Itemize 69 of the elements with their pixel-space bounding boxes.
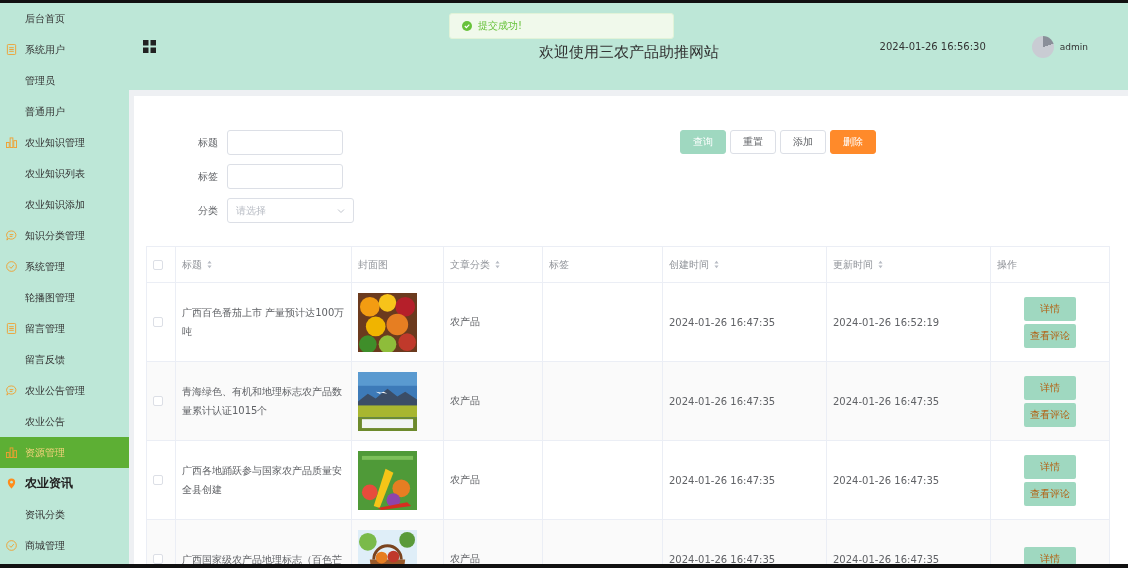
table-cell: 2024-01-26 16:47:35 [669,553,776,564]
sidebar-item[interactable]: 轮播图管理 [0,282,129,313]
document-icon [6,44,17,55]
check-circle-icon [6,261,17,272]
checkbox[interactable] [153,554,163,564]
document-icon [6,323,17,334]
table-cell: 农产品 [450,474,480,485]
sidebar-item[interactable]: 知识分类管理 [0,220,129,251]
action-button[interactable]: 重置 [730,130,776,154]
table-cell: 农产品 [450,553,480,564]
table-cell: 农产品 [450,395,480,406]
success-toast: 提交成功! [449,13,674,39]
sort-icon[interactable] [495,260,500,269]
chat-bubble-icon [6,230,17,241]
table-cell-text: 广西百色番茄上市 产量预计达100万吨 [182,306,345,339]
table-cell-text: 青海绿色、有机和地理标志农产品数量累计认证1015个 [182,385,343,418]
sidebar-item[interactable]: 留言反馈 [0,344,129,375]
table-cell: 2024-01-26 16:47:35 [669,316,776,328]
table-cell: 农产品 [450,316,480,327]
sort-icon[interactable] [878,260,883,269]
table-cell: 2024-01-26 16:47:35 [833,553,940,564]
datetime: 2024-01-26 16:56:30 [879,41,986,52]
sort-icon[interactable] [714,260,719,269]
location-pin-icon [6,478,17,489]
checkbox[interactable] [153,317,163,327]
table-cell-text: 广西各地踊跃参与国家农产品质量安全县创建 [182,464,343,497]
table-cell-text: 广西国家级农产品地理标志（百色芒 [182,552,343,564]
column-header: 操作 [997,257,1017,272]
checkbox[interactable] [153,259,163,270]
sidebar-item[interactable]: 农业知识列表 [0,158,129,189]
column-header: 封面图 [358,257,388,272]
sort-icon[interactable] [207,260,212,269]
bar-chart-icon [6,137,17,148]
sidebar-item[interactable]: 商城管理 [0,530,129,561]
username[interactable]: admin [1059,41,1088,52]
checkbox[interactable] [153,396,163,406]
table-cell: 2024-01-26 16:47:35 [669,395,776,407]
table-cell: 2024-01-26 16:47:35 [669,474,776,486]
chevron-down-icon [337,207,345,214]
grid-menu-icon[interactable] [143,40,156,53]
input-field[interactable] [227,164,343,189]
sidebar-item[interactable]: 系统管理 [0,251,129,282]
input-field[interactable] [227,130,343,155]
chat-bubble-icon [6,385,17,396]
bar-chart-icon [6,447,17,458]
sidebar-item[interactable]: 农业知识管理 [0,127,129,158]
sidebar-item[interactable]: 资讯分类 [0,499,129,530]
field-label: 标题 [197,135,218,150]
action-button[interactable]: 添加 [780,130,826,154]
sidebar-item[interactable]: 留言管理 [0,313,129,344]
avatar-icon[interactable] [1031,35,1054,58]
sidebar-item[interactable]: 管理员 [0,65,129,96]
table-cell: 2024-01-26 16:47:35 [833,395,940,407]
sidebar-item[interactable]: 农业知识添加 [0,189,129,220]
site-title: 欢迎使用三农产品助推网站 [538,43,719,62]
sidebar-item[interactable]: 农业资讯 [0,468,129,499]
sidebar-item[interactable]: 后台首页 [0,3,129,34]
column-header: 标签 [549,257,569,272]
table-cell: 2024-01-26 16:52:19 [833,316,940,328]
field-label: 分类 [197,203,218,218]
sidebar-item[interactable]: 农业公告 [0,406,129,437]
sidebar-item[interactable]: 系统用户 [0,34,129,65]
check-circle-icon [462,21,472,31]
table-cell: 2024-01-26 16:47:35 [833,474,940,486]
sidebar-item[interactable]: 农业公告管理 [0,375,129,406]
sidebar-item[interactable]: 普通用户 [0,96,129,127]
checkbox[interactable] [153,475,163,485]
field-label: 标签 [197,169,218,184]
check-circle-icon [6,540,17,551]
